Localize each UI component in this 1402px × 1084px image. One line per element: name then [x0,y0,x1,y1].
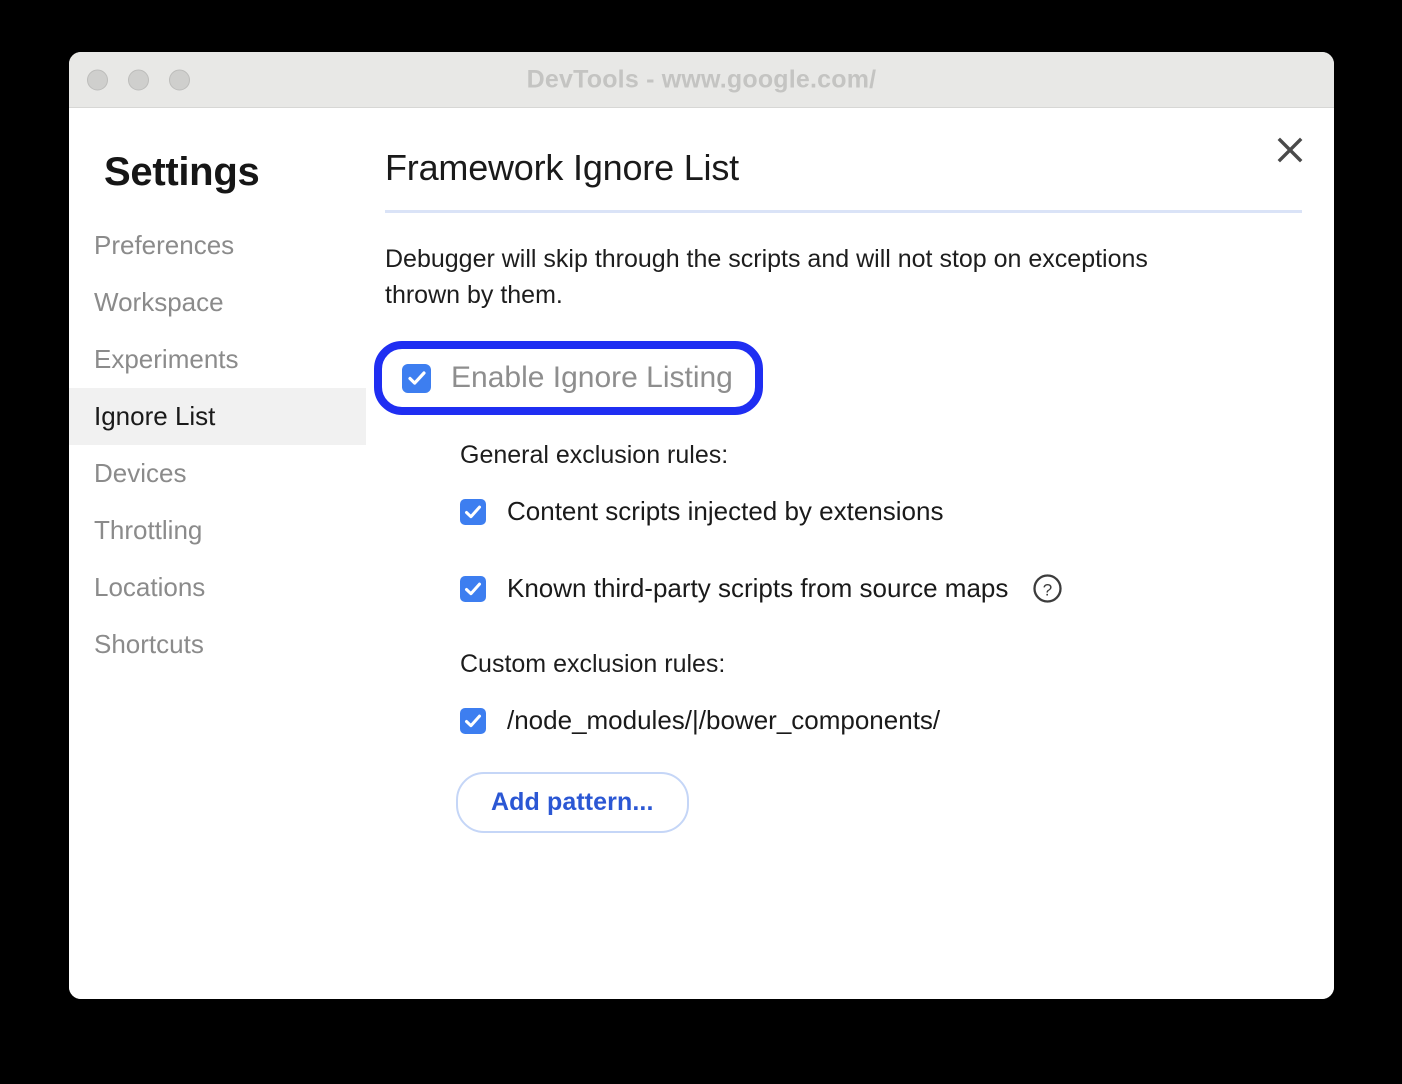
dialog-body: Settings Preferences Workspace Experimen… [69,108,1334,999]
pattern-row[interactable]: /node_modules/|/bower_components/ [460,705,1304,736]
close-settings-button[interactable] [1268,128,1312,172]
sidebar-item-preferences[interactable]: Preferences [69,217,366,274]
enable-ignore-listing-row[interactable]: Enable Ignore Listing [402,361,733,395]
sidebar-item-shortcuts[interactable]: Shortcuts [69,616,366,673]
panel-description: Debugger will skip through the scripts a… [385,244,1148,309]
checkmark-icon [465,582,481,595]
rule-label: Content scripts injected by extensions [507,496,944,527]
rule-label: Known third-party scripts from source ma… [507,573,1009,604]
general-exclusion-rules: General exclusion rules: Content scripts… [385,441,1304,604]
sidebar-item-label: Ignore List [94,401,216,431]
settings-content-pane: Framework Ignore List Debugger will skip… [366,108,1334,999]
checkmark-icon [465,505,481,518]
page-title: Framework Ignore List [385,147,739,188]
screenshot-root: DevTools - www.google.com/ Settings Pref… [0,0,1402,1084]
custom-pattern-label: /node_modules/|/bower_components/ [507,705,941,736]
title-divider [385,209,1302,213]
help-circle-icon[interactable]: ? [1032,573,1063,604]
devtools-settings-window: DevTools - www.google.com/ Settings Pref… [69,52,1334,999]
content-scripts-checkbox[interactable] [460,498,486,525]
sidebar-item-label: Workspace [94,287,224,317]
enable-ignore-listing-label: Enable Ignore Listing [451,361,733,395]
custom-exclusion-rules: Custom exclusion rules: /node_modules/|/… [385,650,1304,736]
enable-ignore-listing-checkbox[interactable] [402,363,431,393]
sidebar-item-devices[interactable]: Devices [69,445,366,502]
sidebar-item-label: Shortcuts [94,629,204,659]
sidebar-item-label: Devices [94,458,187,488]
window-titlebar: DevTools - www.google.com/ [69,52,1334,108]
sidebar-item-workspace[interactable]: Workspace [69,274,366,331]
sidebar-item-label: Preferences [94,230,235,260]
third-party-scripts-checkbox[interactable] [460,575,486,602]
svg-text:?: ? [1043,581,1052,600]
sidebar-item-ignore-list[interactable]: Ignore List [69,388,366,445]
window-title: DevTools - www.google.com/ [526,65,877,93]
custom-pattern-checkbox[interactable] [460,707,486,734]
rule-row[interactable]: Known third-party scripts from source ma… [460,573,1304,604]
general-rules-heading: General exclusion rules: [460,441,729,470]
sidebar-item-experiments[interactable]: Experiments [69,331,366,388]
custom-rules-heading: Custom exclusion rules: [460,650,726,679]
add-pattern-button[interactable]: Add pattern... [456,772,689,834]
sidebar-item-locations[interactable]: Locations [69,559,366,616]
sidebar-item-label: Experiments [94,344,239,374]
sidebar-item-label: Locations [94,572,206,602]
checkmark-icon [407,371,426,385]
settings-sidebar: Settings Preferences Workspace Experimen… [69,108,366,999]
checkmark-icon [465,714,481,727]
rule-row[interactable]: Content scripts injected by extensions [460,496,1304,527]
sidebar-item-label: Throttling [94,515,203,545]
settings-heading: Settings [104,150,260,194]
close-icon [1277,137,1303,163]
enable-ignore-listing-highlight: Enable Ignore Listing [374,341,763,416]
sidebar-item-throttling[interactable]: Throttling [69,502,366,559]
